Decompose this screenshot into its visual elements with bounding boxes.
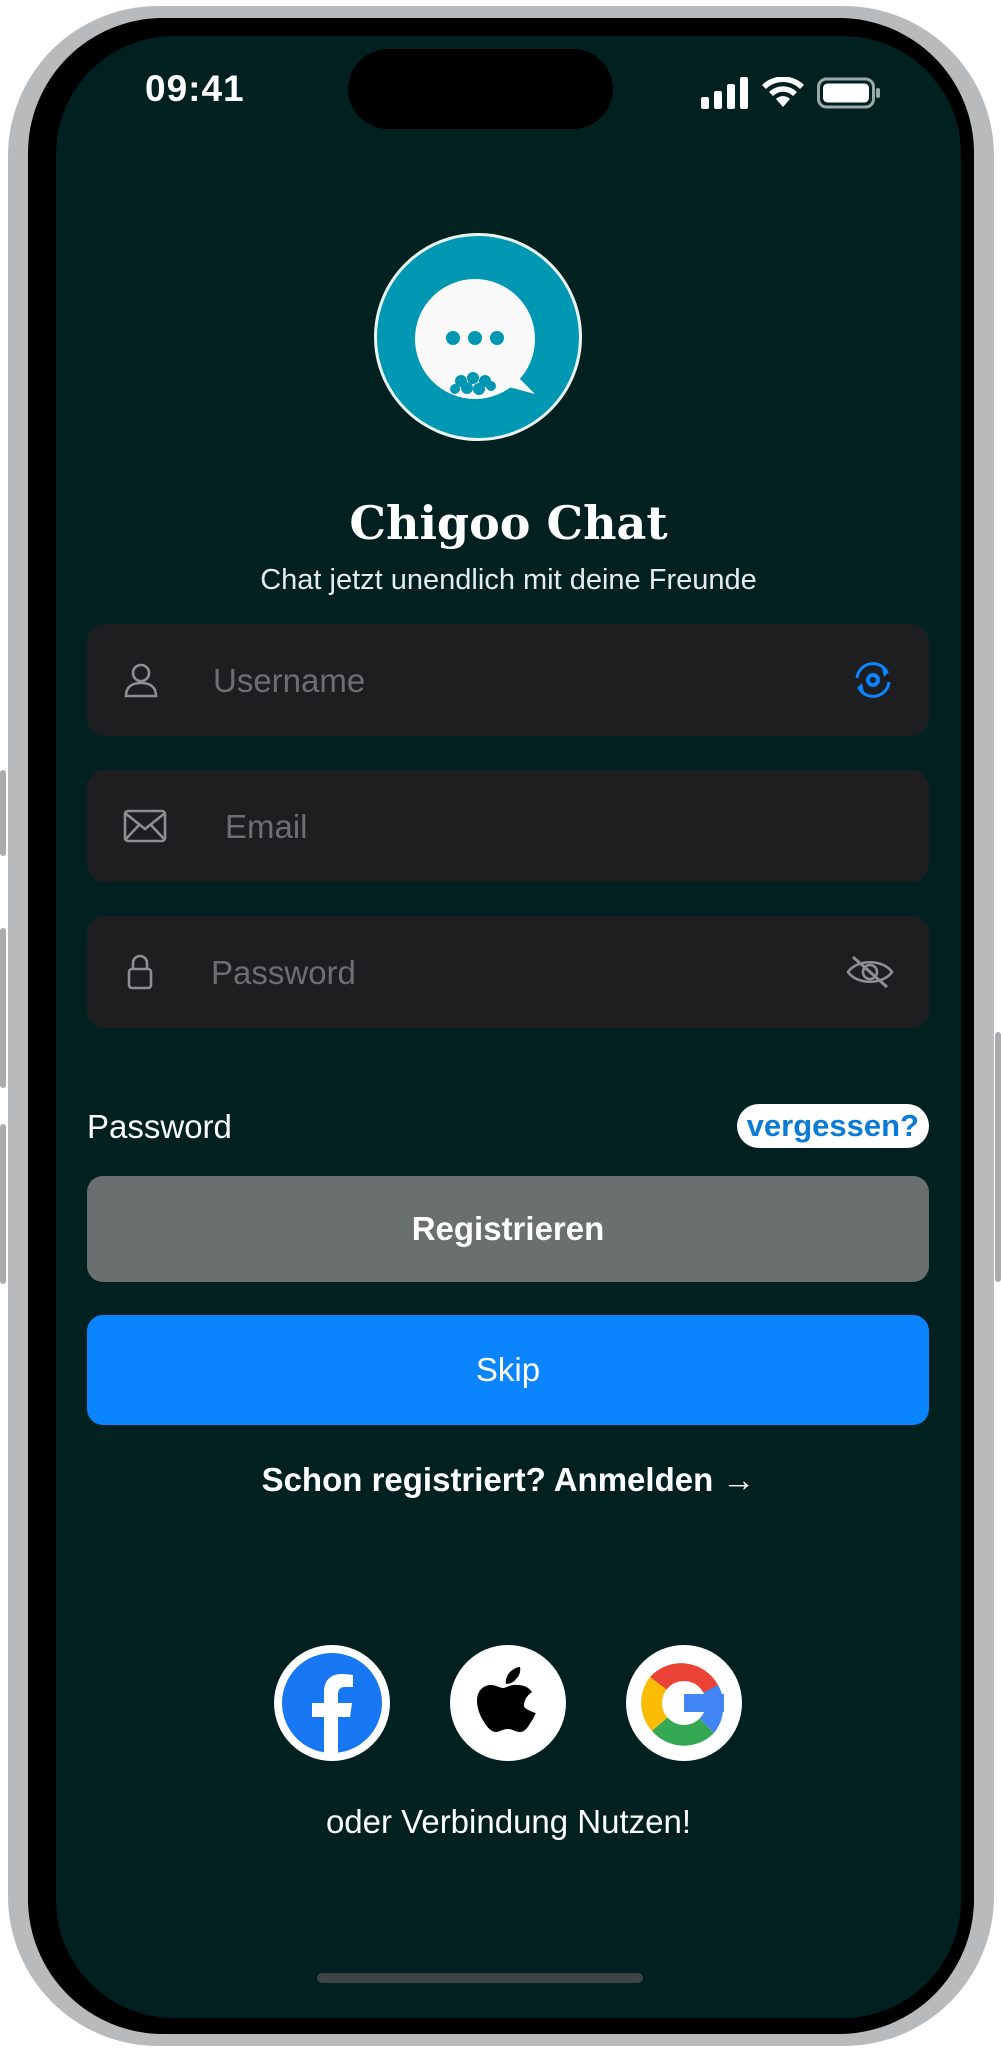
phone-frame: 09:41 Chigoo Chat Chat jetzt unendlich m… — [8, 6, 994, 2046]
signin-link[interactable]: Schon registriert? Anmelden → — [56, 1461, 961, 1499]
email-field[interactable] — [87, 770, 929, 884]
sync-gear-icon[interactable] — [851, 624, 895, 736]
app-logo — [374, 233, 582, 441]
facebook-icon — [282, 1653, 382, 1753]
lock-icon — [127, 916, 153, 1028]
wifi-icon — [762, 77, 804, 107]
battery-icon — [817, 77, 880, 109]
status-time: 09:41 — [145, 68, 245, 109]
dynamic-island — [348, 49, 613, 129]
app-title: Chigoo Chat — [349, 496, 668, 550]
eye-slash-icon[interactable] — [845, 916, 895, 1028]
forgot-password-link[interactable]: vergessen? — [736, 1104, 929, 1148]
side-button-volume-down — [0, 1124, 6, 1284]
password-field[interactable] — [87, 916, 929, 1030]
app-screen: 09:41 Chigoo Chat Chat jetzt unendlich m… — [56, 36, 961, 2018]
username-field[interactable] — [87, 624, 929, 738]
user-icon — [123, 624, 159, 736]
password-input[interactable] — [209, 916, 773, 1030]
social-caption: oder Verbindung Nutzen! — [325, 1803, 692, 1840]
google-login-button[interactable] — [626, 1645, 742, 1761]
username-input[interactable] — [211, 624, 775, 738]
side-button-volume-up — [0, 928, 6, 1088]
signal-icon — [701, 77, 748, 109]
apple-login-button[interactable] — [450, 1645, 566, 1761]
mail-icon — [123, 770, 167, 882]
password-label: Password — [87, 1108, 232, 1145]
side-button-silent — [0, 770, 6, 856]
apple-icon — [455, 1650, 561, 1756]
side-button-power — [995, 1032, 1001, 1282]
email-input[interactable] — [223, 770, 787, 884]
google-icon — [631, 1650, 737, 1756]
chat-bubble-icon — [415, 279, 535, 399]
register-button[interactable]: Registrieren — [87, 1176, 929, 1282]
skip-button[interactable]: Skip — [87, 1315, 929, 1425]
phone-bezel: 09:41 Chigoo Chat Chat jetzt unendlich m… — [28, 18, 974, 2034]
status-icons — [701, 76, 881, 110]
facebook-login-button[interactable] — [274, 1645, 390, 1761]
home-indicator[interactable] — [317, 1973, 643, 1983]
app-subtitle: Chat jetzt unendlich mit deine Freunde — [260, 564, 757, 596]
